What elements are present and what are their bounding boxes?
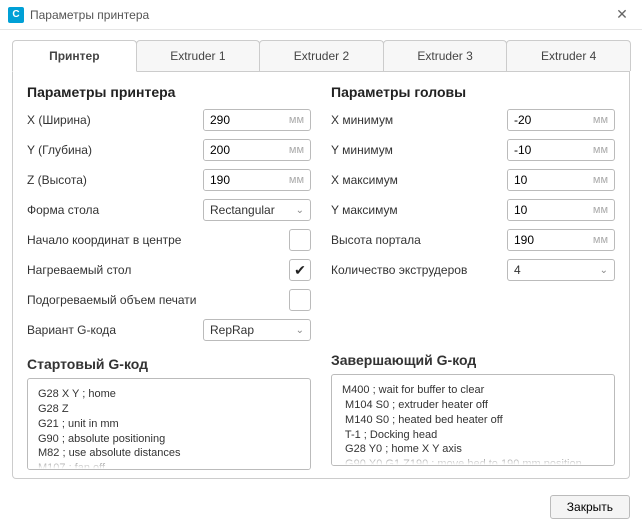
end-gcode-title: Завершающий G-код bbox=[331, 352, 615, 368]
tab-extruder-4[interactable]: Extruder 4 bbox=[506, 40, 631, 71]
tab-printer[interactable]: Принтер bbox=[12, 40, 137, 72]
footer: Закрыть bbox=[0, 487, 642, 529]
origin-center-checkbox[interactable] bbox=[289, 229, 311, 251]
x-max-input[interactable]: мм bbox=[507, 169, 615, 191]
bed-shape-select[interactable]: Rectangular⌄ bbox=[203, 199, 311, 221]
printer-settings-title: Параметры принтера bbox=[27, 84, 311, 100]
titlebar: C Параметры принтера ✕ bbox=[0, 0, 642, 30]
heated-bed-label: Нагреваемый стол bbox=[27, 263, 289, 277]
tab-extruder-3[interactable]: Extruder 3 bbox=[383, 40, 508, 71]
head-settings-title: Параметры головы bbox=[331, 84, 615, 100]
chevron-down-icon: ⌄ bbox=[600, 265, 608, 276]
extruder-count-select[interactable]: 4⌄ bbox=[507, 259, 615, 281]
chevron-down-icon: ⌄ bbox=[296, 325, 304, 336]
y-max-input[interactable]: мм bbox=[507, 199, 615, 221]
gantry-height-label: Высота портала bbox=[331, 233, 507, 247]
close-icon[interactable]: ✕ bbox=[610, 6, 634, 23]
y-depth-label: Y (Глубина) bbox=[27, 143, 203, 157]
x-min-input[interactable]: мм bbox=[507, 109, 615, 131]
z-height-input[interactable]: мм bbox=[203, 169, 311, 191]
tab-extruder-1[interactable]: Extruder 1 bbox=[136, 40, 261, 71]
gantry-height-input[interactable]: мм bbox=[507, 229, 615, 251]
extruder-count-label: Количество экструдеров bbox=[331, 263, 507, 277]
tab-extruder-2[interactable]: Extruder 2 bbox=[259, 40, 384, 71]
x-width-label: X (Ширина) bbox=[27, 113, 203, 127]
settings-panel: Параметры принтера X (Ширина) мм Y (Глуб… bbox=[12, 72, 630, 479]
y-min-label: Y минимум bbox=[331, 143, 507, 157]
bed-shape-label: Форма стола bbox=[27, 203, 203, 217]
y-depth-input[interactable]: мм bbox=[203, 139, 311, 161]
app-logo-icon: C bbox=[8, 7, 24, 23]
window-title: Параметры принтера bbox=[30, 8, 610, 22]
tabs: Принтер Extruder 1 Extruder 2 Extruder 3… bbox=[12, 40, 630, 72]
y-max-label: Y максимум bbox=[331, 203, 507, 217]
gcode-flavor-select[interactable]: RepRap⌄ bbox=[203, 319, 311, 341]
start-gcode-title: Стартовый G-код bbox=[27, 356, 311, 372]
x-width-input[interactable]: мм bbox=[203, 109, 311, 131]
x-max-label: X максимум bbox=[331, 173, 507, 187]
close-button[interactable]: Закрыть bbox=[550, 495, 630, 519]
z-height-label: Z (Высота) bbox=[27, 173, 203, 187]
heated-bed-checkbox[interactable]: ✔ bbox=[289, 259, 311, 281]
chevron-down-icon: ⌄ bbox=[296, 205, 304, 216]
gcode-flavor-label: Вариант G-кода bbox=[27, 323, 203, 337]
x-min-label: X минимум bbox=[331, 113, 507, 127]
y-min-input[interactable]: мм bbox=[507, 139, 615, 161]
end-gcode-textarea[interactable]: M400 ; wait for buffer to clear M104 S0 … bbox=[331, 374, 615, 466]
start-gcode-textarea[interactable]: G28 X Y ; home G28 Z G21 ; unit in mm G9… bbox=[27, 378, 311, 470]
heated-volume-label: Подогреваемый объем печати bbox=[27, 293, 289, 307]
origin-center-label: Начало координат в центре bbox=[27, 233, 289, 247]
heated-volume-checkbox[interactable] bbox=[289, 289, 311, 311]
